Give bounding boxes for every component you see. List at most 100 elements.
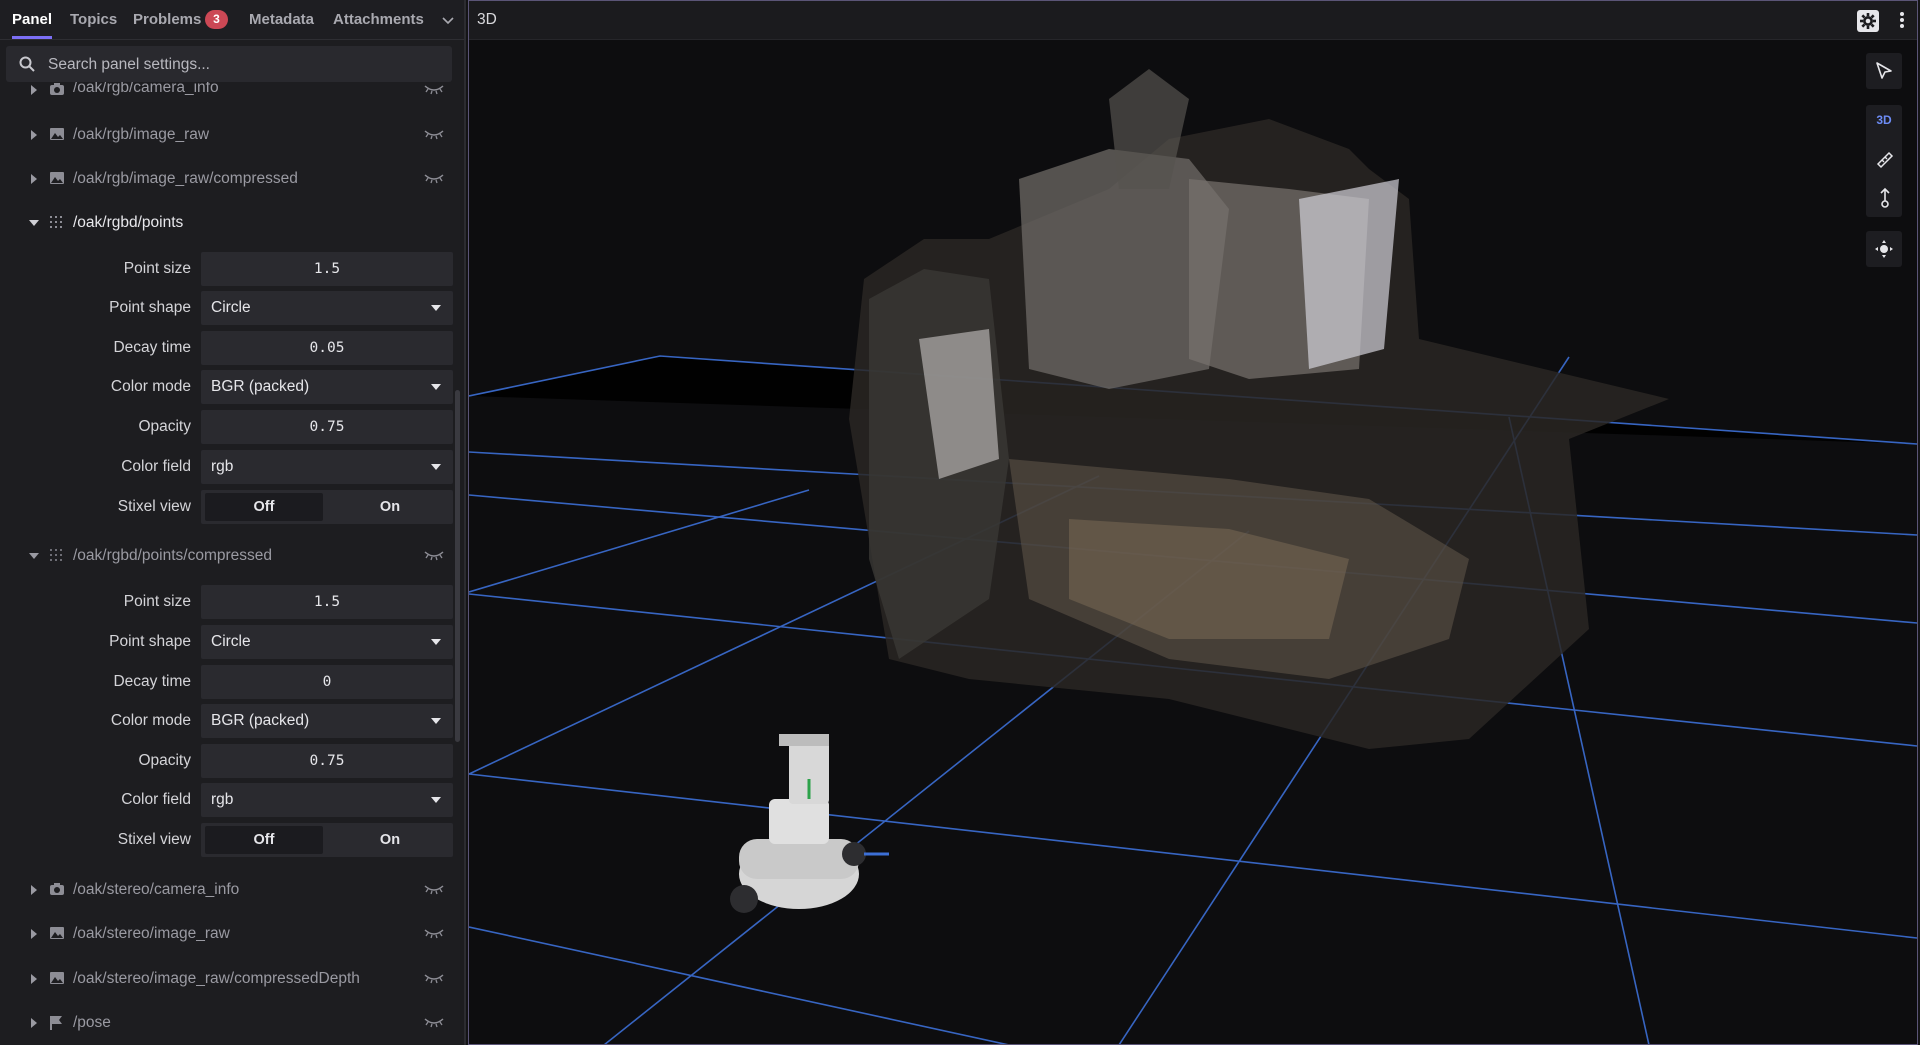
topic-name: /oak/stereo/camera_info xyxy=(73,881,240,898)
select-tool-button[interactable] xyxy=(1866,53,1902,89)
tab-panel[interactable]: Panel xyxy=(12,0,53,39)
topic-row-rgb-image-raw-compressed[interactable]: /oak/rgb/image_raw/compressed xyxy=(0,159,456,199)
visibility-icon[interactable] xyxy=(424,1016,444,1028)
label-point-size: Point size xyxy=(123,260,191,277)
3d-scene[interactable] xyxy=(469,39,1917,1045)
view-tool-group: 3D xyxy=(1866,105,1902,217)
expand-arrow-icon[interactable] xyxy=(29,884,39,896)
label-stixel-view: Stixel view xyxy=(117,831,191,848)
stixel-off-option[interactable]: Off xyxy=(205,493,323,521)
image-icon xyxy=(50,927,64,939)
flag-icon xyxy=(50,1016,62,1030)
expand-arrow-icon[interactable] xyxy=(29,173,39,185)
ruler-icon[interactable] xyxy=(1875,150,1895,170)
camera-icon xyxy=(50,883,64,895)
topic-name: /oak/rgbd/points xyxy=(73,214,184,231)
label-decay-time: Decay time xyxy=(113,673,191,690)
settings-sidebar: Panel Topics Problems 3 Metadata Attachm… xyxy=(0,0,466,1045)
visibility-icon[interactable] xyxy=(424,883,444,895)
expand-arrow-icon[interactable] xyxy=(29,973,39,985)
select-value: Circle xyxy=(211,299,251,316)
select-value: BGR (packed) xyxy=(211,378,310,395)
select-value: BGR (packed) xyxy=(211,712,310,729)
opacity-input[interactable]: 0.75 xyxy=(201,410,453,444)
color-field-select[interactable]: rgb xyxy=(201,450,453,484)
image-icon xyxy=(50,972,64,984)
dropdown-caret-icon xyxy=(431,384,441,390)
stixel-on-option[interactable]: On xyxy=(331,493,449,521)
topic-row-stereo-camera-info[interactable]: /oak/stereo/camera_info xyxy=(0,870,456,910)
visibility-icon[interactable] xyxy=(424,927,444,939)
visibility-icon[interactable] xyxy=(424,83,444,95)
collapse-arrow-icon[interactable] xyxy=(28,218,40,228)
point-shape-select-compressed[interactable]: Circle xyxy=(201,625,453,659)
expand-arrow-icon[interactable] xyxy=(29,84,39,96)
3d-viewport[interactable]: 3D 3D xyxy=(468,0,1918,1045)
grid-icon xyxy=(50,216,62,228)
expand-arrow-icon[interactable] xyxy=(29,129,39,141)
label-opacity: Opacity xyxy=(138,418,191,435)
stixel-off-option[interactable]: Off xyxy=(205,826,323,854)
3d-mode-toggle[interactable]: 3D xyxy=(1866,113,1902,127)
decay-time-input[interactable]: 0.05 xyxy=(201,331,453,365)
sidebar-scrollbar[interactable] xyxy=(455,390,460,742)
topic-row-rgb-image-raw[interactable]: /oak/rgb/image_raw xyxy=(0,115,456,155)
more-vertical-icon[interactable] xyxy=(1899,11,1905,29)
topic-name: /pose xyxy=(73,1014,111,1031)
dropdown-caret-icon xyxy=(431,718,441,724)
search-icon xyxy=(19,56,35,72)
topic-name: /oak/rgbd/points/compressed xyxy=(73,547,273,564)
label-point-size: Point size xyxy=(123,593,191,610)
recenter-camera-button[interactable] xyxy=(1866,231,1902,267)
image-icon xyxy=(50,128,64,140)
topic-row-pose[interactable]: /pose xyxy=(0,1003,456,1043)
topic-name: /oak/rgb/image_raw/compressed xyxy=(73,170,298,187)
tab-topics[interactable]: Topics xyxy=(70,0,117,39)
point-shape-select[interactable]: Circle xyxy=(201,291,453,325)
topic-row-rgbd-points-compressed[interactable]: /oak/rgbd/points/compressed xyxy=(0,536,456,576)
panel-title: 3D xyxy=(477,11,497,28)
point-size-input[interactable]: 1.5 xyxy=(201,252,453,286)
camera-icon xyxy=(50,83,64,95)
color-field-select-compressed[interactable]: rgb xyxy=(201,783,453,817)
label-color-field: Color field xyxy=(121,791,191,808)
point-size-input-compressed[interactable]: 1.5 xyxy=(201,585,453,619)
stixel-on-option[interactable]: On xyxy=(331,826,449,854)
visibility-icon[interactable] xyxy=(424,972,444,984)
grid-icon xyxy=(50,549,62,561)
label-opacity: Opacity xyxy=(138,752,191,769)
chevron-down-icon[interactable] xyxy=(440,12,456,28)
expand-arrow-icon[interactable] xyxy=(29,1017,39,1029)
stixel-view-toggle: Off On xyxy=(201,490,453,524)
visibility-icon[interactable] xyxy=(424,128,444,140)
dropdown-caret-icon xyxy=(431,464,441,470)
topic-name: /oak/stereo/image_raw xyxy=(73,925,230,942)
select-value: rgb xyxy=(211,458,234,475)
point-cloud xyxy=(849,69,1669,749)
label-point-shape: Point shape xyxy=(109,299,191,316)
label-decay-time: Decay time xyxy=(113,339,191,356)
topic-row-stereo-image-raw[interactable]: /oak/stereo/image_raw xyxy=(0,914,456,954)
image-icon xyxy=(50,172,64,184)
expand-arrow-icon[interactable] xyxy=(29,928,39,940)
stixel-view-toggle-compressed: Off On xyxy=(201,823,453,857)
opacity-input-compressed[interactable]: 0.75 xyxy=(201,744,453,778)
color-mode-select[interactable]: BGR (packed) xyxy=(201,370,453,404)
decay-time-input-compressed[interactable]: 0 xyxy=(201,665,453,699)
label-point-shape: Point shape xyxy=(109,633,191,650)
tab-metadata[interactable]: Metadata xyxy=(249,0,314,39)
publish-pose-icon[interactable] xyxy=(1875,187,1895,209)
label-stixel-view: Stixel view xyxy=(117,498,191,515)
tab-attachments[interactable]: Attachments xyxy=(333,0,424,39)
topic-row-stereo-compressed-depth[interactable]: /oak/stereo/image_raw/compressedDepth xyxy=(0,959,456,999)
visibility-icon[interactable] xyxy=(424,172,444,184)
collapse-arrow-icon[interactable] xyxy=(28,551,40,561)
settings-icon[interactable] xyxy=(1857,10,1879,32)
tab-problems[interactable]: Problems xyxy=(133,0,201,39)
label-color-mode: Color mode xyxy=(110,712,191,729)
topic-row-rgbd-points[interactable]: /oak/rgbd/points xyxy=(0,203,456,243)
color-mode-select-compressed[interactable]: BGR (packed) xyxy=(201,704,453,738)
visibility-icon[interactable] xyxy=(424,549,444,561)
select-pointer-icon xyxy=(1876,62,1892,79)
search-input[interactable] xyxy=(46,46,450,84)
